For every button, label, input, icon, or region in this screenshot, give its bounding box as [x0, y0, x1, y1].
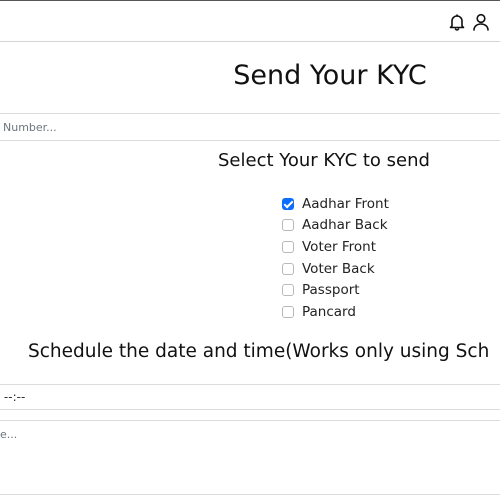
message-textarea[interactable]: ge... — [0, 420, 500, 495]
kyc-section-title: Select Your KYC to send — [218, 150, 430, 171]
checkbox[interactable] — [282, 284, 294, 297]
number-input[interactable]: Number... — [0, 113, 500, 141]
page-title: Send Your KYC — [233, 60, 427, 91]
message-textarea-placeholder: ge... — [0, 428, 18, 441]
kyc-option-passport[interactable]: Passport — [282, 279, 389, 301]
kyc-option-label: Voter Back — [302, 260, 375, 277]
kyc-option-aadhar-back[interactable]: Aadhar Back — [282, 215, 389, 237]
number-input-placeholder: Number... — [3, 121, 57, 134]
kyc-option-pancard[interactable]: Pancard — [282, 301, 389, 323]
schedule-title: Schedule the date and time(Works only us… — [28, 341, 490, 362]
top-navbar — [0, 0, 500, 42]
kyc-option-label: Pancard — [302, 303, 356, 320]
user-icon[interactable] — [471, 12, 491, 32]
kyc-options-list: Aadhar Front Aadhar Back Voter Front Vot… — [282, 193, 389, 323]
kyc-option-label: Passport — [302, 282, 360, 299]
kyc-option-label: Voter Front — [302, 238, 377, 255]
bell-icon[interactable] — [447, 12, 467, 32]
kyc-option-label: Aadhar Front — [302, 195, 389, 212]
kyc-option-label: Aadhar Back — [302, 217, 388, 234]
checkbox[interactable] — [282, 219, 294, 232]
kyc-option-aadhar-front[interactable]: Aadhar Front — [282, 193, 389, 215]
kyc-option-voter-front[interactable]: Voter Front — [282, 236, 389, 258]
checkbox[interactable] — [282, 262, 294, 275]
kyc-option-voter-back[interactable]: Voter Back — [282, 258, 389, 280]
datetime-input[interactable]: y --:-- — [0, 384, 500, 410]
checkbox[interactable] — [282, 305, 294, 318]
checkbox[interactable] — [282, 240, 294, 253]
checkbox-checked[interactable] — [282, 197, 294, 210]
datetime-input-value: y --:-- — [0, 390, 26, 404]
